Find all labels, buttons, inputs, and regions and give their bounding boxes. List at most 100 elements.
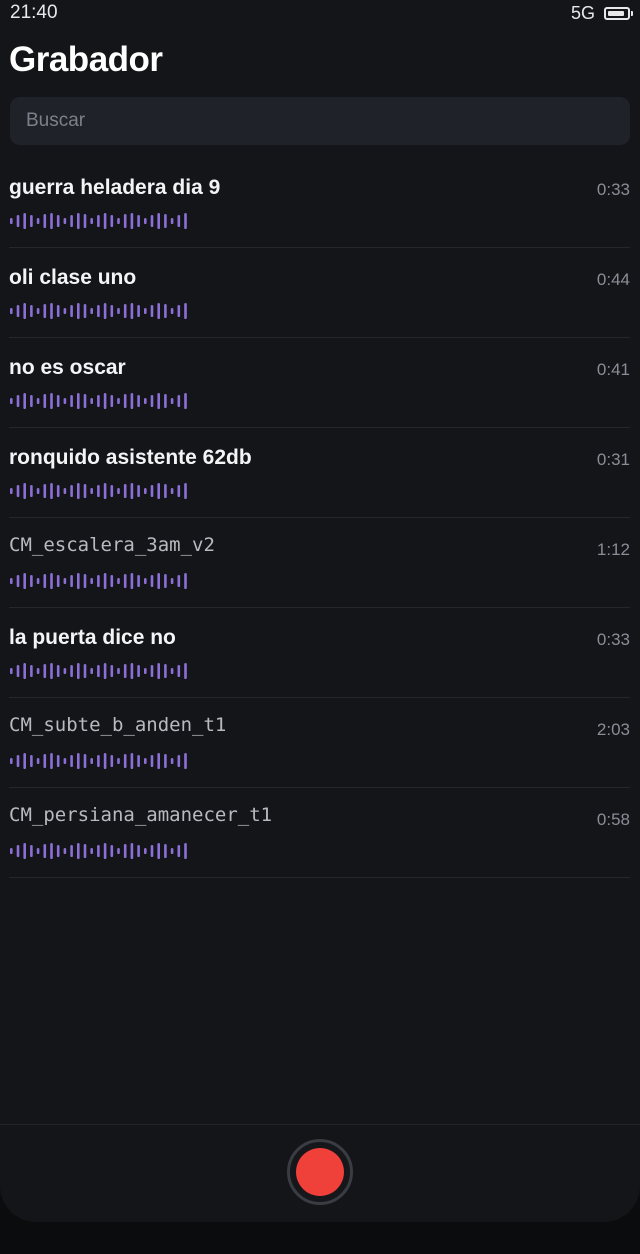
waveform-bar	[50, 303, 53, 319]
waveform-bar	[184, 573, 187, 589]
waveform-bar	[170, 218, 174, 224]
waveform-bar	[43, 754, 47, 768]
waveform-bar	[164, 484, 167, 498]
recording-row[interactable]: ronquido asistente 62db 0:31	[9, 428, 630, 518]
waveform-bar	[103, 843, 107, 859]
waveform-bar	[10, 758, 13, 764]
waveform-bar	[50, 213, 53, 229]
waveform-bar	[123, 754, 127, 768]
waveform-bar	[137, 755, 140, 767]
recording-row[interactable]: la puerta dice no 0:33	[9, 608, 630, 698]
waveform-bar	[16, 485, 20, 497]
recording-duration: 0:33	[596, 180, 630, 199]
waveform-bar	[110, 755, 114, 767]
waveform-bar	[103, 573, 107, 589]
waveform-bar	[110, 215, 114, 227]
waveform-bar	[63, 488, 67, 494]
search-input[interactable]	[10, 97, 630, 145]
waveform-bar	[77, 843, 80, 859]
waveform-bar	[90, 758, 93, 764]
waveform-bar	[77, 393, 80, 409]
waveform-bar	[177, 485, 181, 497]
waveform-bar	[177, 305, 181, 317]
waveform-bar	[56, 395, 60, 407]
waveform-bar	[97, 755, 100, 767]
waveform-icon	[10, 843, 187, 859]
waveform-bar	[36, 848, 40, 854]
waveform-bar	[157, 213, 160, 229]
recording-duration: 2:03	[596, 720, 630, 739]
page-title: Grabador	[9, 40, 163, 79]
waveform-bar	[50, 573, 53, 589]
waveform-bar	[36, 758, 40, 764]
waveform-bar	[56, 755, 60, 767]
waveform-bar	[50, 393, 53, 409]
waveform-bar	[110, 485, 114, 497]
waveform-icon	[9, 480, 191, 502]
waveform-icon	[10, 303, 187, 319]
waveform-bar	[30, 575, 33, 587]
waveform-bar	[103, 213, 107, 229]
status-indicators: 5G	[571, 3, 633, 24]
waveform-bar	[16, 305, 20, 317]
waveform-bar	[184, 303, 187, 319]
waveform-bar	[177, 395, 181, 407]
waveform-bar	[157, 843, 160, 859]
waveform-bar	[150, 215, 154, 227]
waveform-icon	[10, 483, 187, 499]
waveform-bar	[90, 578, 93, 584]
waveform-bar	[164, 844, 167, 858]
recording-row[interactable]: CM_persiana_amanecer_t1 0:58	[9, 788, 630, 878]
recording-row[interactable]: CM_escalera_3am_v2 1:12	[9, 518, 630, 608]
waveform-bar	[43, 214, 47, 228]
waveform-bar	[177, 755, 181, 767]
waveform-bar	[77, 213, 80, 229]
waveform-icon	[10, 213, 187, 229]
waveform-bar	[157, 573, 160, 589]
waveform-bar	[137, 665, 140, 677]
waveform-bar	[10, 848, 13, 854]
waveform-bar	[50, 663, 53, 679]
waveform-bar	[16, 395, 20, 407]
recording-duration: 0:44	[596, 270, 630, 289]
waveform-bar	[110, 845, 114, 857]
recording-row[interactable]: guerra heladera dia 9 0:33	[9, 158, 630, 248]
waveform-bar	[77, 573, 80, 589]
waveform-bar	[56, 575, 60, 587]
waveform-bar	[10, 218, 13, 224]
recording-duration: 0:31	[596, 450, 630, 469]
recording-title: oli clase uno	[9, 266, 137, 289]
waveform-bar	[97, 575, 100, 587]
waveform-bar	[23, 213, 26, 229]
recording-row[interactable]: no es oscar 0:41	[9, 338, 630, 428]
waveform-bar	[50, 753, 53, 769]
waveform-bar	[164, 574, 167, 588]
record-button[interactable]	[287, 1139, 353, 1205]
waveform-bar	[43, 664, 47, 678]
waveform-bar	[70, 395, 73, 407]
waveform-bar	[130, 663, 134, 679]
waveform-bar	[137, 395, 140, 407]
waveform-bar	[90, 218, 93, 224]
recording-title: la puerta dice no	[9, 626, 176, 649]
waveform-bar	[97, 665, 100, 677]
recording-row[interactable]: oli clase uno 0:44	[9, 248, 630, 338]
waveform-bar	[70, 755, 73, 767]
search-box[interactable]	[10, 97, 630, 145]
waveform-bar	[130, 753, 134, 769]
waveform-bar	[150, 845, 154, 857]
waveform-bar	[56, 305, 60, 317]
waveform-bar	[30, 485, 33, 497]
waveform-bar	[144, 398, 147, 404]
waveform-bar	[177, 575, 181, 587]
waveform-bar	[23, 303, 26, 319]
waveform-bar	[170, 488, 174, 494]
waveform-bar	[144, 308, 147, 314]
waveform-bar	[30, 755, 33, 767]
waveform-bar	[77, 663, 80, 679]
waveform-bar	[164, 304, 167, 318]
waveform-bar	[83, 844, 87, 858]
waveform-bar	[144, 758, 147, 764]
waveform-bar	[83, 754, 87, 768]
recording-row[interactable]: CM_subte_b_anden_t1 2:03	[9, 698, 630, 788]
